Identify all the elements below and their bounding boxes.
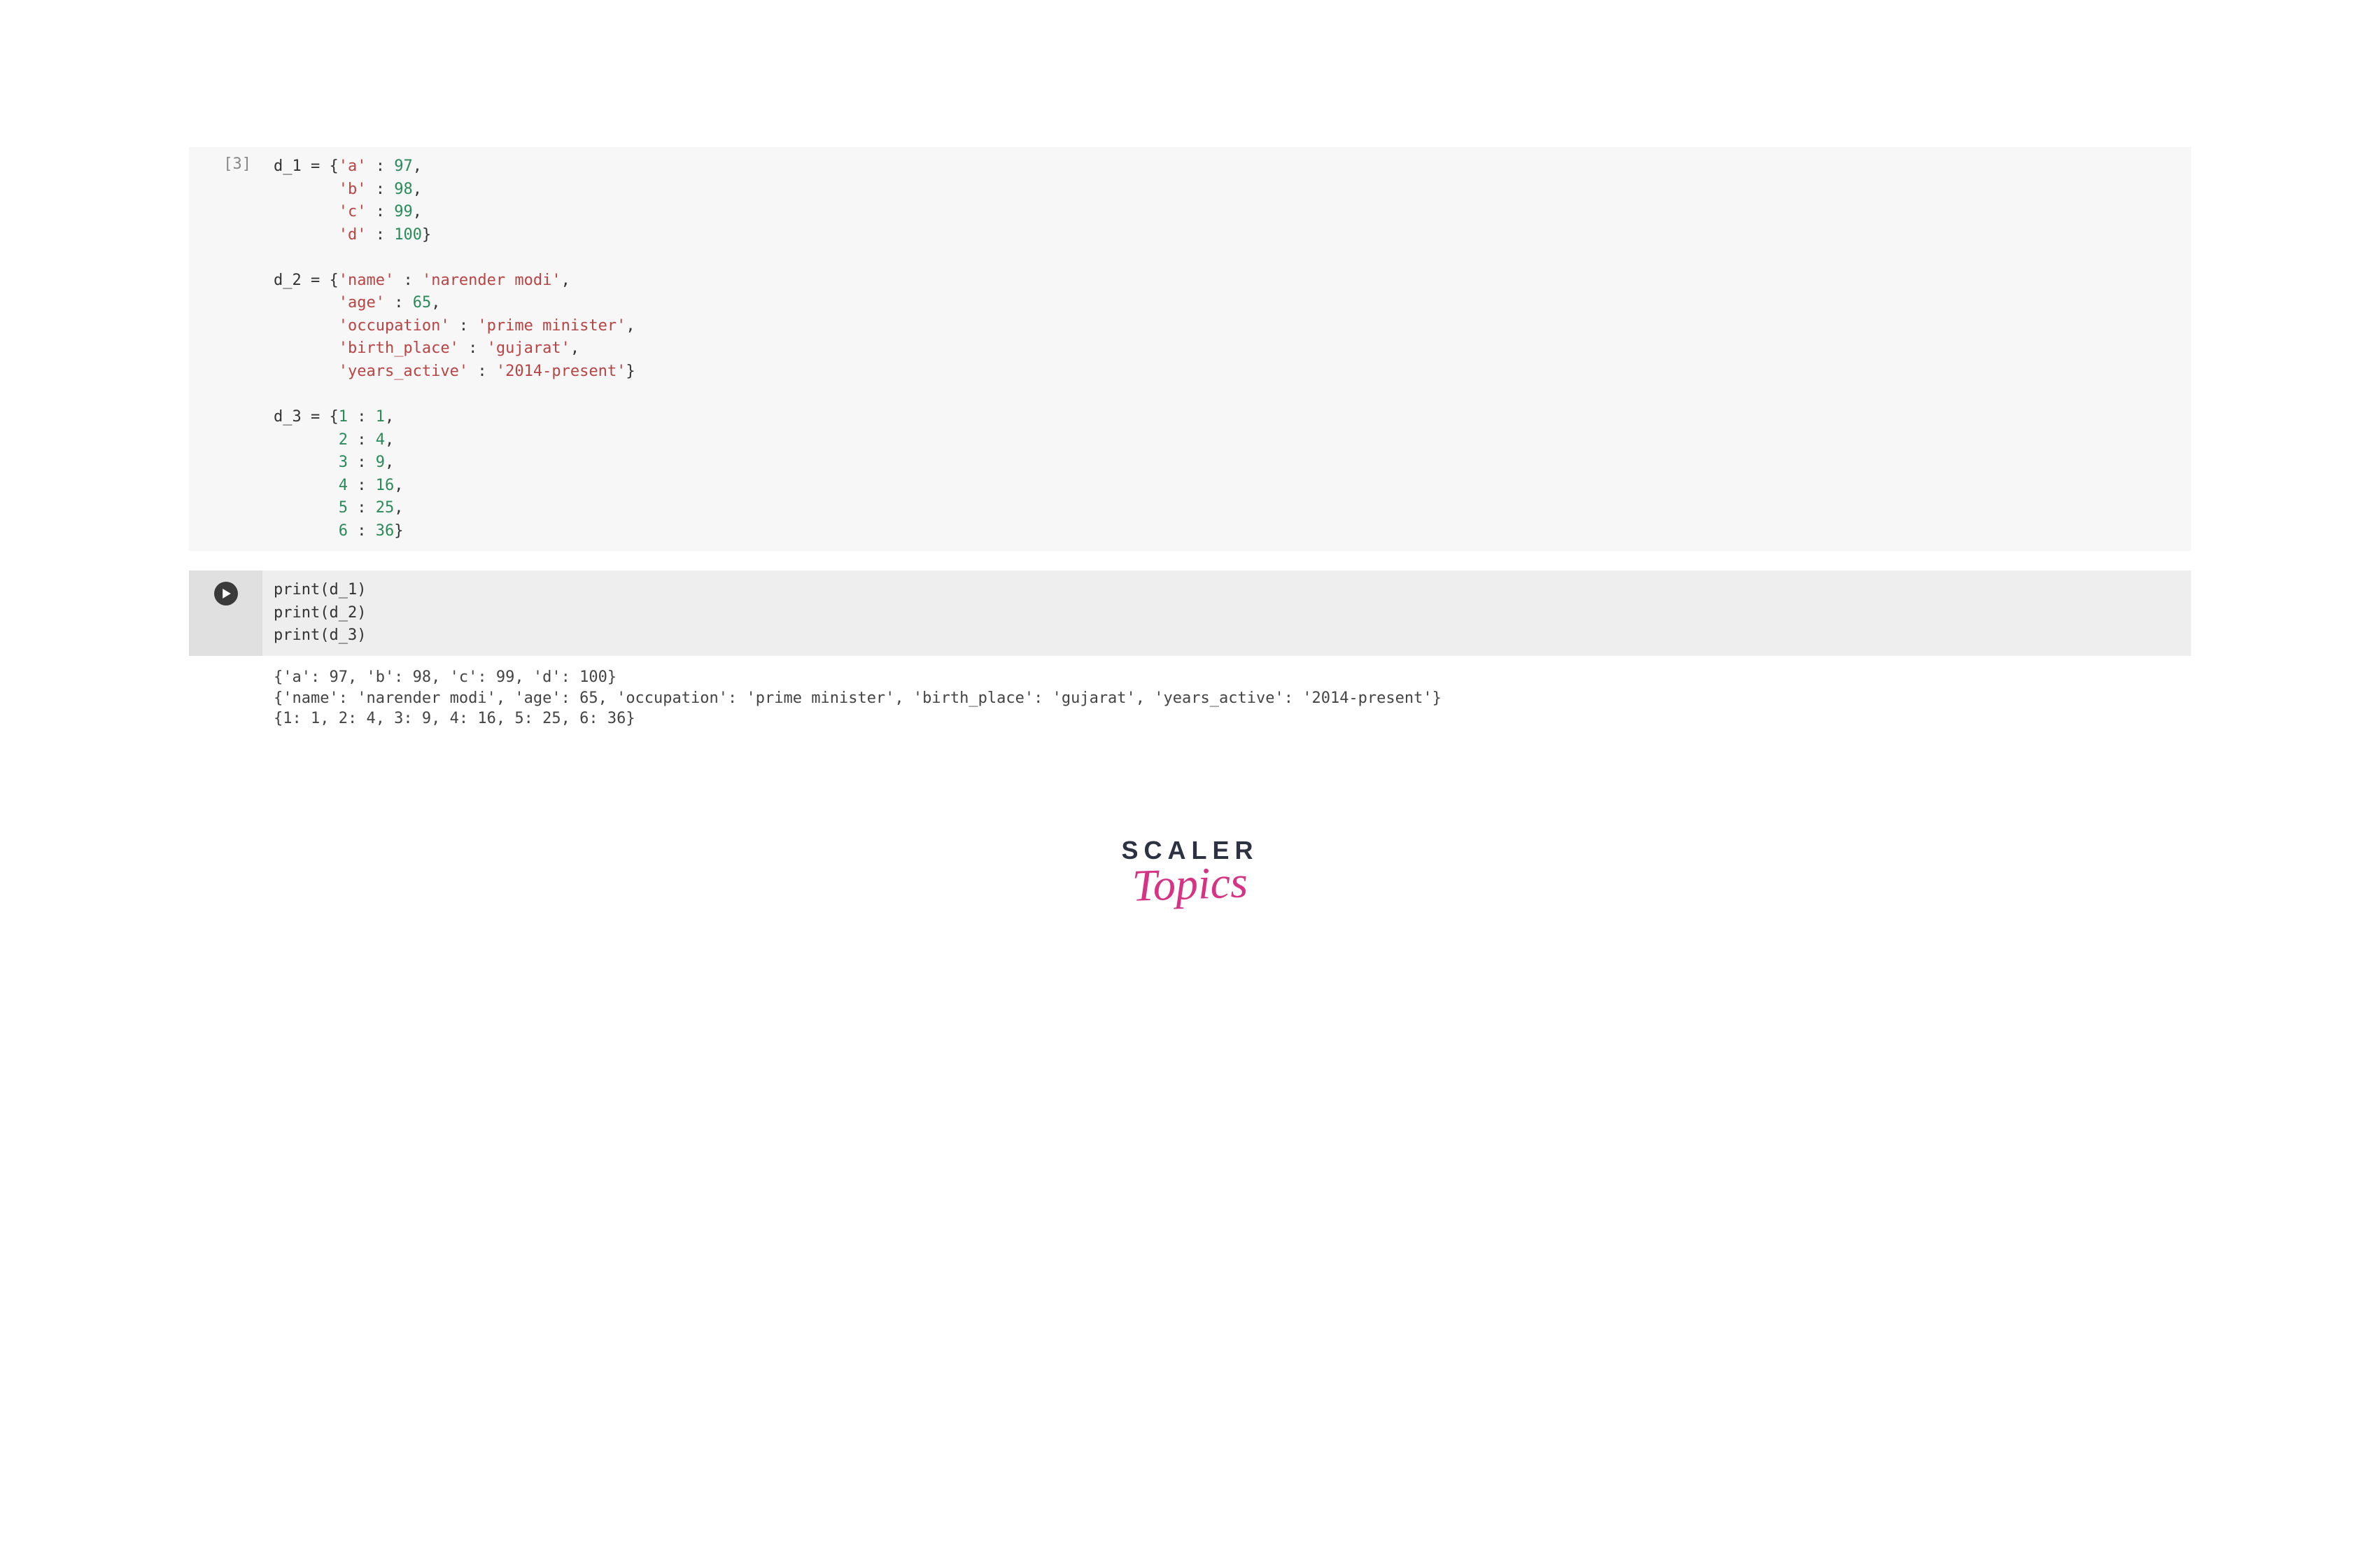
notebook-container: [3] d_1 = {'a' : 97, 'b' : 98, 'c' : 99,…: [0, 0, 2380, 980]
code-cell-2-wrapper: print(d_1) print(d_2) print(d_3) {'a': 9…: [189, 570, 2191, 738]
output-gutter: [189, 656, 262, 738]
code-cell-1: [3] d_1 = {'a' : 97, 'b' : 98, 'c' : 99,…: [189, 147, 2191, 551]
scaler-logo: SCALER Topics: [189, 836, 2191, 910]
cell-gutter-1: [3]: [189, 147, 262, 551]
code-content-1[interactable]: d_1 = {'a' : 97, 'b' : 98, 'c' : 99, 'd'…: [262, 147, 2191, 551]
output-text: {'a': 97, 'b': 98, 'c': 99, 'd': 100} {'…: [262, 656, 2191, 738]
logo-text-topics: Topics: [1132, 856, 1248, 912]
execution-count-1: [3]: [223, 155, 251, 173]
play-icon: [222, 589, 232, 598]
output-area: {'a': 97, 'b': 98, 'c': 99, 'd': 100} {'…: [189, 656, 2191, 738]
code-cell-2: print(d_1) print(d_2) print(d_3): [189, 570, 2191, 656]
code-content-2[interactable]: print(d_1) print(d_2) print(d_3): [262, 570, 2191, 656]
run-cell-button[interactable]: [214, 582, 238, 606]
cell-gutter-2: [189, 570, 262, 656]
